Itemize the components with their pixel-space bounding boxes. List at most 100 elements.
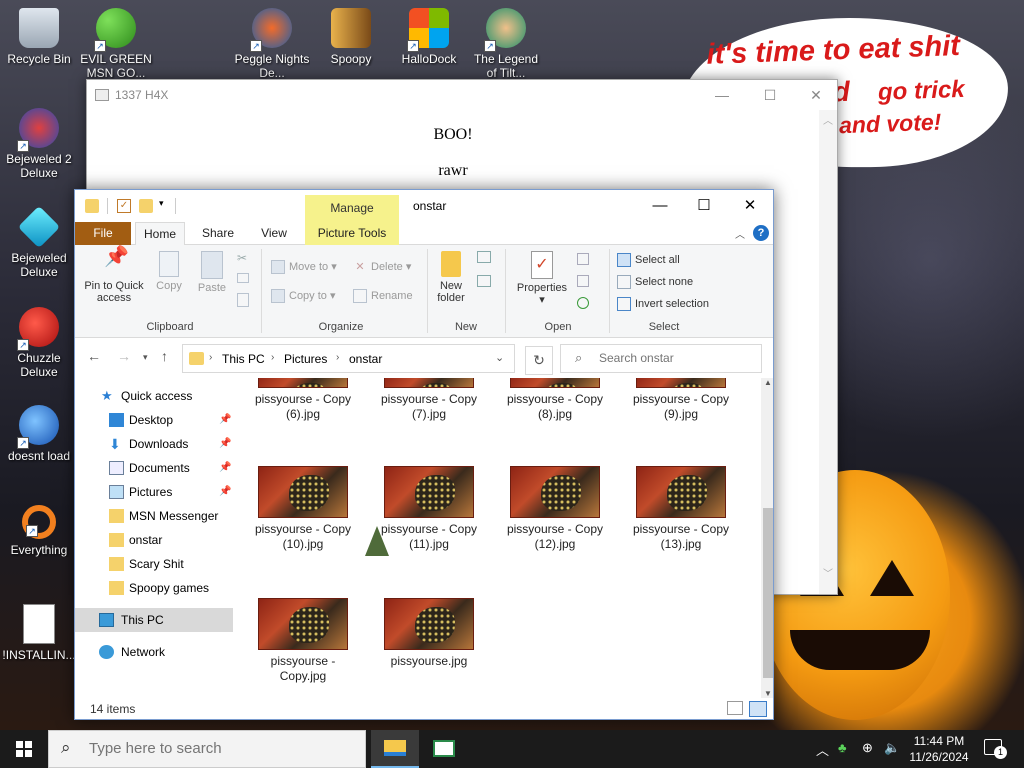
copy-path-icon[interactable] bbox=[237, 273, 249, 283]
breadcrumb-this-pc[interactable]: This PC bbox=[222, 352, 265, 366]
easy-access-icon[interactable] bbox=[477, 275, 491, 287]
desktop-icon-recycle-bin[interactable]: Recycle Bin bbox=[1, 8, 77, 66]
explorer-titlebar[interactable]: ✓ ▾ Manage onstar — ☐ ✕ bbox=[75, 190, 773, 222]
network-globe-icon[interactable]: ⊕ bbox=[862, 740, 873, 756]
move-to-button[interactable]: Move to ▾ bbox=[271, 260, 337, 275]
system-clock[interactable]: 11:44 PM 11/26/2024 bbox=[904, 733, 974, 765]
ribbon-collapse-icon[interactable]: ︿ bbox=[735, 226, 745, 241]
nav-item-scary-shit[interactable]: Scary Shit bbox=[75, 552, 233, 576]
desktop-icon-everything[interactable]: ↗ Everything bbox=[1, 505, 77, 557]
desktop-icon-legend[interactable]: ↗ The Legend of Tilt... bbox=[468, 8, 544, 80]
forward-arrow-icon[interactable]: → bbox=[117, 348, 131, 364]
nav-item-onstar[interactable]: onstar bbox=[75, 528, 233, 552]
details-view-icon[interactable] bbox=[727, 701, 743, 715]
open-icon[interactable] bbox=[577, 253, 589, 265]
breadcrumb-pictures[interactable]: Pictures bbox=[284, 352, 327, 366]
desktop-icon-evil-green-msn[interactable]: ↗ EVIL GREEN MSN GO... bbox=[78, 8, 154, 80]
taskbar-h4x-app[interactable] bbox=[420, 730, 468, 768]
nav-item-msn-messenger[interactable]: MSN Messenger bbox=[75, 504, 233, 528]
taskbar-search-input[interactable] bbox=[89, 740, 349, 757]
file-item[interactable]: pissyourse - Copy (9).jpg bbox=[629, 378, 733, 422]
nav-item-desktop[interactable]: Desktop 📌 bbox=[75, 408, 233, 432]
tab-view[interactable]: View bbox=[251, 222, 297, 245]
tab-picture-tools[interactable]: Picture Tools bbox=[305, 222, 399, 245]
new-item-icon[interactable] bbox=[477, 251, 491, 263]
desktop-icon-spoopy[interactable]: Spoopy bbox=[313, 8, 389, 66]
scroll-down-icon[interactable]: ▼ bbox=[764, 689, 772, 698]
nav-item-downloads[interactable]: ⬇ Downloads 📌 bbox=[75, 432, 233, 456]
properties-check-icon[interactable]: ✓ bbox=[117, 199, 131, 213]
desktop-icon-bejeweled[interactable]: Bejeweled Deluxe bbox=[1, 205, 77, 279]
up-arrow-icon[interactable]: ↑ bbox=[161, 348, 168, 364]
large-icons-view-icon[interactable] bbox=[749, 701, 767, 717]
qat-dropdown-icon[interactable]: ▾ bbox=[159, 198, 164, 209]
copy-button[interactable]: Copy bbox=[153, 251, 185, 292]
volume-icon[interactable]: 🔈 bbox=[884, 740, 900, 756]
new-folder-button[interactable]: New folder bbox=[431, 251, 471, 304]
minimize-icon[interactable]: — bbox=[637, 190, 683, 222]
new-folder-icon[interactable] bbox=[139, 199, 153, 213]
properties-button[interactable]: ✓ Properties ▾ bbox=[513, 251, 571, 306]
maximize-icon[interactable]: ☐ bbox=[681, 190, 727, 222]
start-button[interactable] bbox=[0, 730, 48, 768]
maximize-icon[interactable]: ☐ bbox=[747, 80, 793, 110]
nav-item-spoopy-games[interactable]: Spoopy games bbox=[75, 576, 233, 600]
scrollbar-thumb[interactable] bbox=[763, 508, 773, 678]
desktop-icon-installing[interactable]: !INSTALLIN... bbox=[1, 604, 77, 662]
rename-button[interactable]: Rename bbox=[353, 289, 413, 303]
search-box[interactable]: ⌕ bbox=[560, 344, 762, 373]
file-item[interactable]: pissyourse.jpg bbox=[377, 598, 481, 669]
tab-file[interactable]: File bbox=[75, 222, 131, 245]
tab-home[interactable]: Home bbox=[135, 222, 185, 245]
file-item[interactable]: pissyourse - Copy (12).jpg bbox=[503, 466, 607, 552]
taskbar-file-explorer[interactable] bbox=[371, 730, 419, 768]
file-item[interactable]: pissyourse - Copy (8).jpg bbox=[503, 378, 607, 422]
recent-locations-icon[interactable]: ▾ bbox=[143, 352, 148, 363]
help-icon[interactable]: ? bbox=[753, 225, 769, 241]
file-item[interactable]: pissyourse - Copy (13).jpg bbox=[629, 466, 733, 552]
close-icon[interactable]: ✕ bbox=[727, 190, 773, 222]
h4x-titlebar[interactable]: 1337 H4X — ☐ ✕ bbox=[87, 80, 837, 110]
file-list-scrollbar[interactable]: ▲ ▼ bbox=[761, 378, 773, 698]
nav-item-this-pc[interactable]: This PC bbox=[75, 608, 233, 632]
desktop-icon-hallodock[interactable]: ↗ HalloDock bbox=[391, 8, 467, 66]
desktop-icon-bejeweled2[interactable]: ↗ Bejeweled 2 Deluxe bbox=[1, 108, 77, 180]
edit-icon[interactable] bbox=[577, 275, 589, 287]
desktop-icon-chuzzle[interactable]: ↗ Chuzzle Deluxe bbox=[1, 307, 77, 379]
desktop-icon-peggle[interactable]: ↗ Peggle Nights De... bbox=[234, 8, 310, 80]
show-hidden-icons-icon[interactable]: ︿ bbox=[816, 740, 829, 759]
file-explorer-window[interactable]: ✓ ▾ Manage onstar — ☐ ✕ File Home Share … bbox=[74, 189, 774, 720]
paste-shortcut-icon[interactable] bbox=[237, 293, 249, 307]
invert-selection-button[interactable]: Invert selection bbox=[617, 297, 709, 311]
breadcrumb-onstar[interactable]: onstar bbox=[349, 352, 382, 366]
select-all-button[interactable]: Select all bbox=[617, 253, 680, 267]
history-icon[interactable] bbox=[577, 297, 589, 309]
tray-app-icon[interactable]: ♣ bbox=[838, 740, 847, 755]
copy-to-button[interactable]: Copy to ▾ bbox=[271, 289, 336, 304]
paste-button[interactable]: Paste bbox=[195, 251, 229, 294]
file-item[interactable]: pissyourse - Copy.jpg bbox=[251, 598, 355, 684]
close-icon[interactable]: ✕ bbox=[793, 80, 839, 110]
manage-tab[interactable]: Manage bbox=[305, 195, 399, 222]
nav-item-pictures[interactable]: Pictures 📌 bbox=[75, 480, 233, 504]
search-input[interactable] bbox=[599, 351, 749, 365]
file-item[interactable]: pissyourse - Copy (10).jpg bbox=[251, 466, 355, 552]
pin-to-quick-access-button[interactable]: 📌 Pin to Quick access bbox=[81, 247, 147, 304]
file-item[interactable]: pissyourse - Copy (11).jpg bbox=[377, 466, 481, 552]
file-item[interactable]: pissyourse - Copy (6).jpg bbox=[251, 378, 355, 422]
minimize-icon[interactable]: — bbox=[699, 80, 745, 110]
nav-item-documents[interactable]: Documents 📌 bbox=[75, 456, 233, 480]
delete-button[interactable]: ✕ Delete ▾ bbox=[353, 260, 411, 274]
select-none-button[interactable]: Select none bbox=[617, 275, 693, 289]
h4x-scrollbar[interactable]: ︿ ﹀ bbox=[819, 110, 837, 594]
nav-quick-access[interactable]: ★ Quick access bbox=[75, 384, 233, 408]
refresh-icon[interactable]: ↻ bbox=[525, 346, 553, 375]
scroll-down-icon[interactable]: ﹀ bbox=[823, 565, 833, 580]
file-item[interactable]: pissyourse - Copy (7).jpg bbox=[377, 378, 481, 422]
address-dropdown-icon[interactable]: ⌄ bbox=[495, 351, 504, 364]
scroll-up-icon[interactable]: ︿ bbox=[823, 112, 833, 127]
desktop-icon-doesnt-load[interactable]: ↗ doesnt load bbox=[1, 405, 77, 463]
address-bar[interactable]: › This PC › Pictures › onstar ⌄ bbox=[182, 344, 515, 373]
cut-icon[interactable]: ✂ bbox=[237, 251, 247, 265]
nav-item-network[interactable]: Network bbox=[75, 640, 233, 664]
